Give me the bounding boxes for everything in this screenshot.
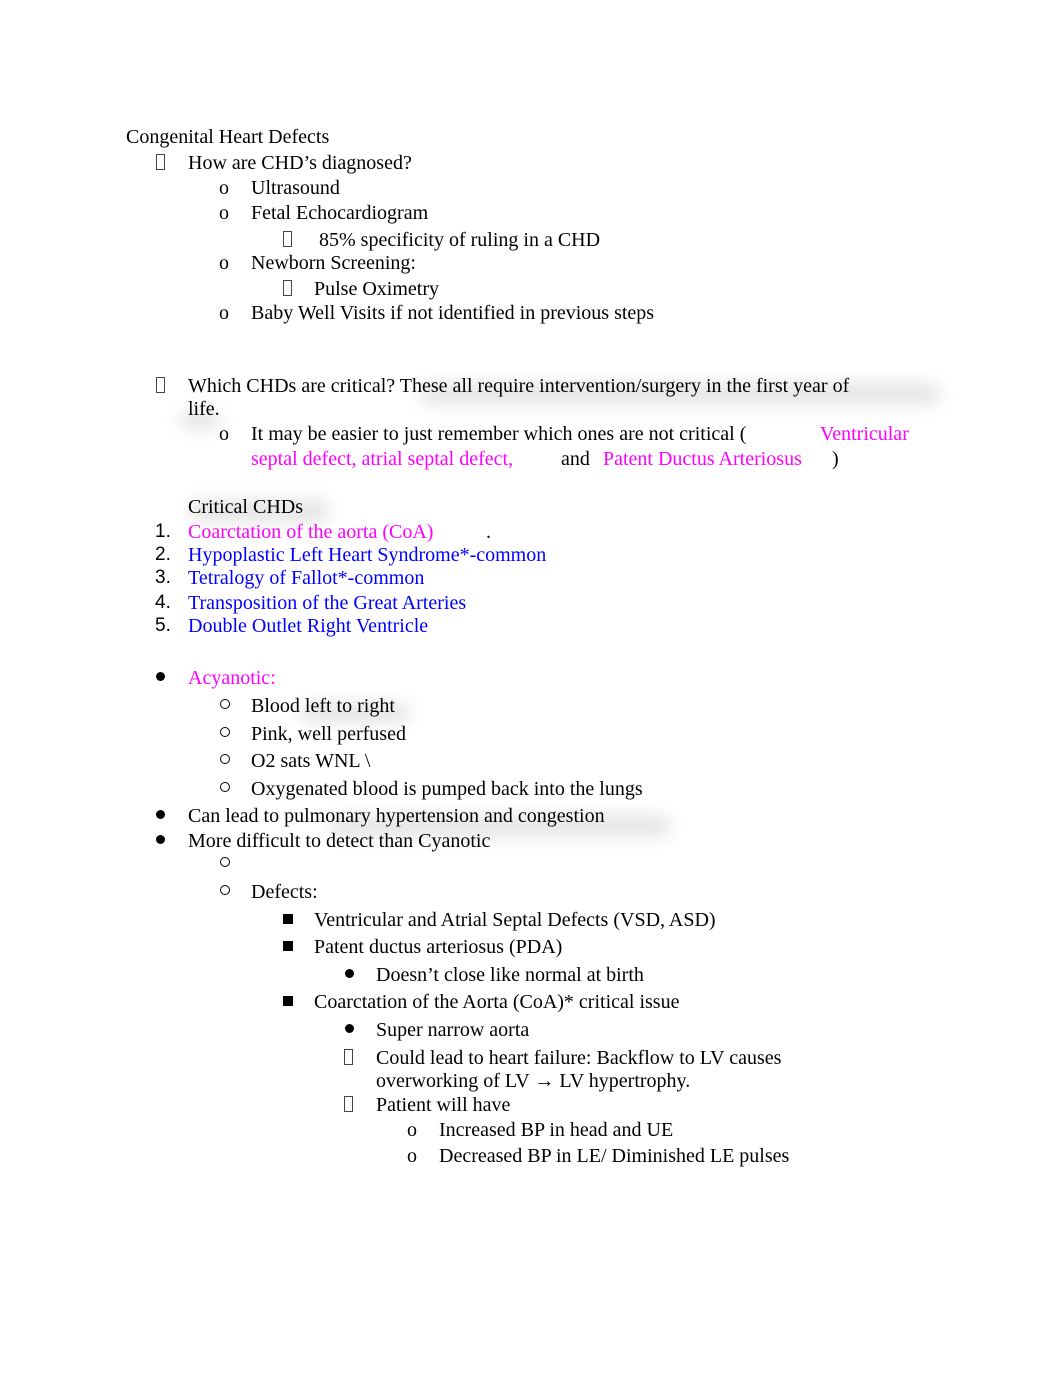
diagnosis-item: Newborn Screening:	[251, 252, 416, 274]
o-bullet-icon: o	[407, 1119, 417, 1141]
coa-note: Super narrow aorta	[376, 1019, 530, 1041]
critical-note-line2: septal defect, atrial septal defect,	[251, 448, 514, 470]
o-bullet-icon: o	[219, 202, 229, 224]
diagnosis-item: Fetal Echocardiogram	[251, 202, 429, 224]
coa-finding: Increased BP in head and UE	[439, 1119, 674, 1141]
circle-bullet-icon	[220, 722, 230, 746]
critical-question-line2: life.	[188, 398, 220, 420]
square-bullet-icon	[283, 990, 293, 1014]
coa-note: overworking of LV → LV hypertrophy.	[376, 1070, 691, 1092]
critical-chd-item: Hypoplastic Left Heart Syndrome*-common	[188, 544, 547, 566]
box-bullet-icon	[283, 277, 292, 301]
critical-note-and: and	[561, 448, 590, 470]
diagnosis-item: Ultrasound	[251, 177, 340, 199]
defects-label: Defects:	[251, 881, 318, 903]
critical-note-pda: Patent Ductus Arteriosus	[603, 448, 802, 470]
disc-bullet-icon	[345, 963, 354, 987]
box-bullet-icon	[344, 1093, 353, 1117]
defect-item: Patent ductus arteriosus (PDA)	[314, 936, 563, 958]
diagnosis-item: Baby Well Visits if not identified in pr…	[251, 302, 655, 324]
critical-question-line1: Which CHDs are critical? These all requi…	[188, 375, 850, 397]
diagnosis-subitem: 85% specificity of ruling in a CHD	[319, 229, 601, 251]
list-number: 4.	[155, 592, 171, 613]
o-bullet-icon: o	[219, 423, 229, 445]
coa-note: Patient will have	[376, 1094, 511, 1116]
circle-bullet-icon	[220, 880, 230, 904]
o-bullet-icon: o	[219, 252, 229, 274]
disc-bullet-icon	[156, 666, 165, 690]
acyanotic-trait: Blood left to right	[251, 695, 395, 717]
o-bullet-icon: o	[219, 177, 229, 199]
circle-bullet-icon	[220, 777, 230, 801]
acyanotic-trait: Oxygenated blood is pumped back into the…	[251, 778, 643, 800]
document-title: Congenital Heart Defects	[126, 126, 330, 148]
critical-chds-heading: Critical CHDs	[188, 496, 303, 518]
critical-note-prefix: It may be easier to just remember which …	[251, 423, 747, 445]
critical-note-close: )	[832, 448, 839, 470]
box-bullet-icon	[344, 1046, 353, 1070]
pda-note: Doesn’t close like normal at birth	[376, 964, 644, 986]
disc-bullet-icon	[345, 1018, 354, 1042]
critical-chd-item: Double Outlet Right Ventricle	[188, 615, 429, 637]
diagnosis-question: How are CHD’s diagnosed?	[188, 152, 412, 174]
critical-chd-suffix: .	[486, 521, 491, 543]
o-bullet-icon: o	[407, 1145, 417, 1167]
box-bullet-icon	[283, 228, 292, 252]
circle-bullet-icon	[220, 749, 230, 773]
disc-bullet-icon	[156, 829, 165, 853]
diagnosis-subitem: Pulse Oximetry	[314, 278, 439, 300]
circle-bullet-icon	[220, 694, 230, 718]
critical-chd-item: Tetralogy of Fallot*-common	[188, 567, 425, 589]
acyanotic-trait: Pink, well perfused	[251, 723, 406, 745]
list-number: 3.	[155, 567, 171, 588]
square-bullet-icon	[283, 935, 293, 959]
coa-note: Could lead to heart failure: Backflow to…	[376, 1047, 782, 1069]
list-number: 2.	[155, 544, 171, 565]
square-bullet-icon	[283, 908, 293, 932]
critical-note-vsd: Ventricular	[820, 423, 909, 445]
list-number: 1.	[155, 521, 171, 542]
disc-bullet-icon	[156, 804, 165, 828]
box-bullet-icon	[156, 151, 165, 175]
list-number: 5.	[155, 615, 171, 636]
circle-bullet-icon	[220, 852, 230, 876]
acyanotic-trait: O2 sats WNL \	[251, 750, 371, 772]
defect-item: Coarctation of the Aorta (CoA)* critical…	[314, 991, 680, 1013]
acyanotic-point: More difficult to detect than Cyanotic	[188, 830, 491, 852]
acyanotic-point: Can lead to pulmonary hypertension and c…	[188, 805, 605, 827]
defect-item: Ventricular and Atrial Septal Defects (V…	[314, 909, 716, 931]
coa-finding: Decreased BP in LE/ Diminished LE pulses	[439, 1145, 790, 1167]
critical-chd-item: Transposition of the Great Arteries	[188, 592, 467, 614]
o-bullet-icon: o	[219, 302, 229, 324]
critical-chd-item: Coarctation of the aorta (CoA)	[188, 521, 434, 543]
acyanotic-heading: Acyanotic:	[188, 667, 276, 689]
box-bullet-icon	[156, 374, 165, 398]
